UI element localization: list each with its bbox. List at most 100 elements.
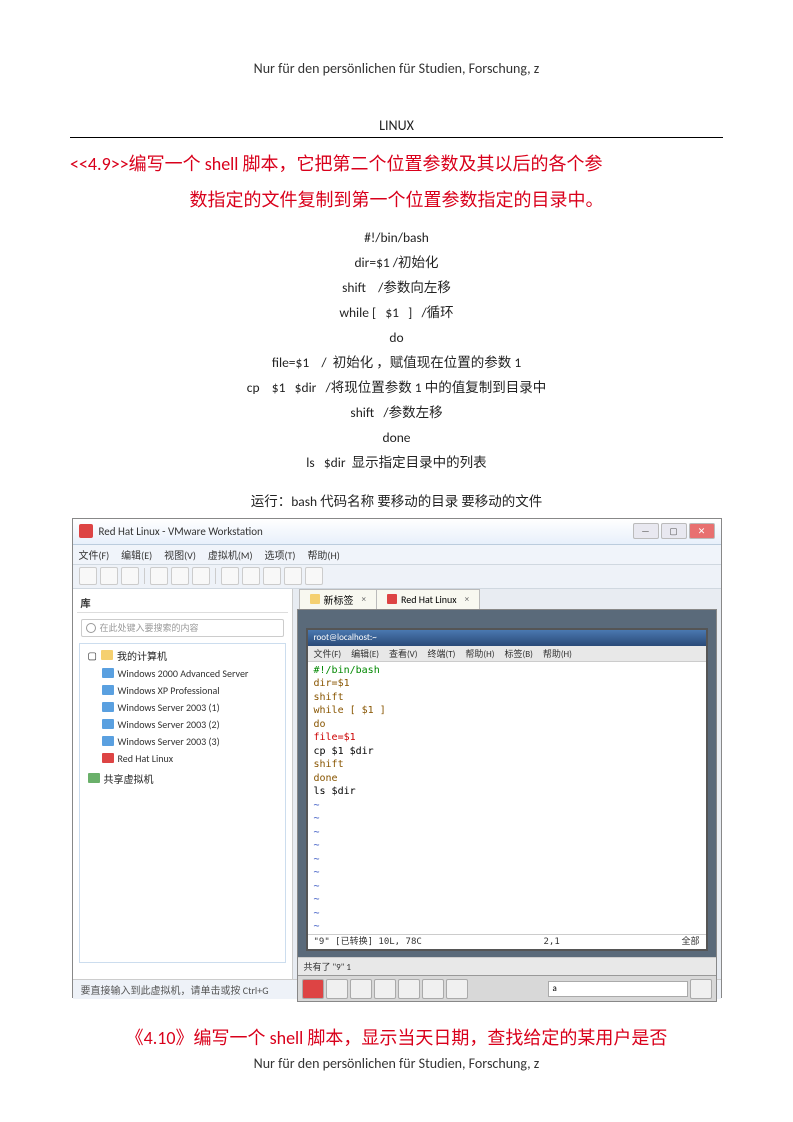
tab-label: Red Hat Linux [401,593,457,606]
tab-active[interactable]: Red Hat Linux × [376,589,480,609]
taskbar-icon[interactable] [422,979,444,999]
menu-item[interactable]: 帮助(H) [307,547,339,562]
tree-shared-label: 共享虚拟机 [104,771,154,786]
toolbar-button[interactable] [150,567,168,585]
minimize-button[interactable]: — [633,523,659,539]
toolbar-button[interactable] [305,567,323,585]
code-line: file=$1 / 初始化 ，赋值现在位置的参数 1 [70,351,723,376]
guest-menu-item[interactable]: 终端(T) [428,647,456,660]
tree-item[interactable]: Red Hat Linux [88,750,281,767]
vm-icon [102,719,114,729]
code-line: ls $dir 显示指定目录中的列表 [70,451,723,476]
window-titlebar: Red Hat Linux - VMware Workstation — ▢ ✕ [73,519,721,545]
taskbar-icon[interactable] [326,979,348,999]
terminal[interactable]: #!/bin/bash dir=$1 shift while [ $1 ] do… [308,662,706,950]
toolbar-separator [144,568,145,584]
search-input[interactable]: 在此处键入要搜索的内容 [81,619,284,637]
taskbar-icon[interactable] [398,979,420,999]
code-line: #!/bin/bash [70,226,723,251]
toolbar-button[interactable] [284,567,302,585]
toolbar-button[interactable] [100,567,118,585]
tree-item[interactable]: Windows XP Professional [88,682,281,699]
code-line: shift /参数左移 [70,401,723,426]
vm-icon [102,753,114,763]
vm-tree: ▢我的计算机 Windows 2000 Advanced Server Wind… [79,643,286,963]
tree-item[interactable]: Windows Server 2003 (2) [88,716,281,733]
vim-status-right: 全部 [681,936,699,948]
tab-close-icon[interactable]: × [362,594,366,605]
toolbar-button[interactable] [171,567,189,585]
maximize-button[interactable]: ▢ [661,523,687,539]
tree-item[interactable]: Windows Server 2003 (1) [88,699,281,716]
guest-menu-item[interactable]: 帮助(H) [543,647,572,660]
toolbar-button[interactable] [121,567,139,585]
divider [70,137,723,138]
menu-item[interactable]: 虚拟机(M) [208,547,253,562]
toolbar-button[interactable] [79,567,97,585]
term-tilde: ~ [314,853,700,867]
vim-status-left: "9" [已转换] 10L, 78C [314,936,422,948]
guest-menu-item[interactable]: 编辑(E) [351,647,379,660]
term-tilde: ~ [314,826,700,840]
term-tilde: ~ [314,907,700,921]
footer-text: Nur für den persönlichen für Studien, Fo… [0,1055,793,1072]
term-tilde: ~ [314,839,700,853]
tree-item-label: Red Hat Linux [118,752,174,765]
term-line: done [314,772,700,786]
tree-item[interactable]: Windows Server 2003 (3) [88,733,281,750]
vm-icon [102,668,114,678]
guest-menu-item[interactable]: 标签(B) [504,647,532,660]
home-icon [310,594,320,604]
vm-icon [102,702,114,712]
tab[interactable]: 新标签 × [299,589,377,609]
guest-menu-item[interactable]: 帮助(H) [465,647,494,660]
statusbar-text: 要直接输入到此虚拟机，请单击或按 Ctrl+G [81,982,269,997]
tree-item-label: Windows 2000 Advanced Server [118,667,249,680]
toolbar-button[interactable] [221,567,239,585]
term-line: file=$1 [314,731,700,745]
term-line: dir=$1 [314,677,700,691]
toolbar [73,565,721,589]
code-line: dir=$1 /初始化 [70,251,723,276]
code-line: do [70,326,723,351]
taskbar-icon[interactable] [690,979,712,999]
toolbar-button[interactable] [192,567,210,585]
code-line: done [70,426,723,451]
toolbar-button[interactable] [242,567,260,585]
close-button[interactable]: ✕ [689,523,715,539]
code-line: while [ $1 ] /循环 [70,301,723,326]
term-line: cp $1 $dir [314,745,700,759]
menu-item[interactable]: 选项(T) [265,547,296,562]
toolbar-separator [215,568,216,584]
vm-icon [102,685,114,695]
vim-status-mid: 2,1 [544,936,560,948]
guest-taskbar: a [298,975,716,1001]
home-icon [88,773,100,783]
tab-label: 新标签 [324,592,354,607]
tree-item-label: Windows XP Professional [118,684,220,697]
menu-item[interactable]: 编辑(E) [121,547,152,562]
taskbar-icon[interactable] [374,979,396,999]
term-tilde: ~ [314,812,700,826]
menu-item[interactable]: 视图(V) [164,547,196,562]
app-icon [79,524,93,538]
taskbar-icon[interactable] [446,979,468,999]
tree-root[interactable]: ▢我的计算机 [88,646,281,665]
guest-window: root@localhost:~ 文件(F) 编辑(E) 查看(V) 终端(T)… [306,628,708,952]
code-line: shift /参数向左移 [70,276,723,301]
vmware-screenshot: Red Hat Linux - VMware Workstation — ▢ ✕… [72,518,722,998]
code-line: cp $1 $dir /将现位置参数 1 中的值复制到目录中 [70,376,723,401]
menu-item[interactable]: 文件(F) [79,547,110,562]
tab-close-icon[interactable]: × [465,594,469,605]
vm-icon [102,736,114,746]
guest-menu-item[interactable]: 查看(V) [389,647,418,660]
guest-menu-item[interactable]: 文件(F) [314,647,342,660]
taskbar-icon[interactable] [350,979,372,999]
tree-item[interactable]: Windows 2000 Advanced Server [88,665,281,682]
taskbar-entry[interactable]: a [548,981,688,997]
redhat-icon[interactable] [302,979,324,999]
term-tilde: ~ [314,866,700,880]
toolbar-button[interactable] [263,567,281,585]
guest-menubar: 文件(F) 编辑(E) 查看(V) 终端(T) 帮助(H) 标签(B) 帮助(H… [308,646,706,662]
tree-shared[interactable]: 共享虚拟机 [88,769,281,788]
